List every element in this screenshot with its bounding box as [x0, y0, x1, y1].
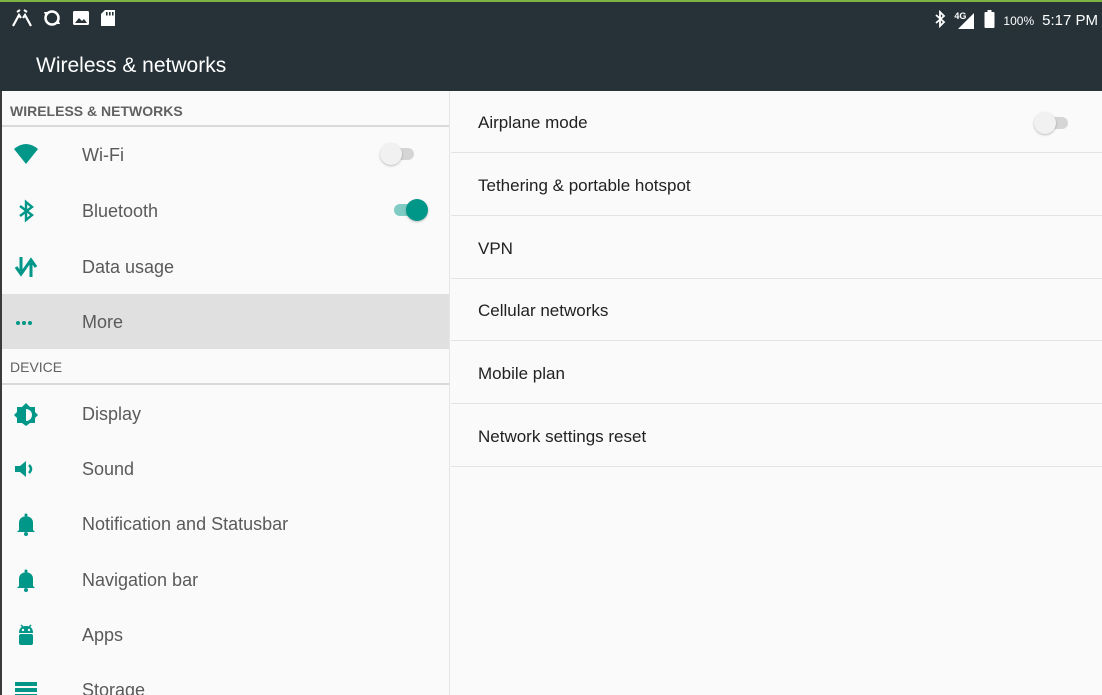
signal-strength-icon	[12, 9, 32, 27]
sidebar-item-wifi[interactable]: Wi-Fi	[2, 127, 449, 182]
volume-icon	[15, 461, 33, 477]
system-status: 4G 100% 5:17 PM	[934, 9, 1098, 31]
setting-vpn[interactable]: VPN	[451, 217, 1102, 279]
section-header-device: DEVICE	[2, 349, 449, 385]
setting-label: Network settings reset	[478, 427, 647, 446]
setting-label: Tethering & portable hotspot	[478, 176, 691, 195]
sidebar-item-label: Notification and Statusbar	[82, 514, 289, 534]
sidebar-item-data-usage[interactable]: Data usage	[2, 239, 449, 294]
brightness-icon	[14, 403, 38, 426]
image-icon	[72, 9, 90, 27]
notification-icons	[12, 9, 116, 27]
setting-airplane-mode[interactable]: Airplane mode	[451, 91, 1102, 153]
sidebar-item-label: Data usage	[82, 257, 175, 277]
sidebar-item-label: Navigation bar	[82, 570, 199, 590]
wifi-toggle[interactable]	[380, 142, 418, 166]
sidebar-item-label: Storage	[82, 680, 146, 695]
bell-icon	[17, 513, 35, 536]
sidebar-item-label: Wi-Fi	[82, 145, 124, 165]
sidebar-item-label: Display	[82, 404, 142, 424]
more-settings-list: Airplane mode Tethering & portable hotsp…	[451, 91, 1102, 695]
sidebar-item-apps[interactable]: Apps	[2, 607, 449, 662]
setting-label: Cellular networks	[478, 301, 609, 320]
sidebar-item-storage[interactable]: Storage	[2, 662, 449, 695]
battery-icon	[984, 10, 995, 31]
setting-network-reset[interactable]: Network settings reset	[451, 405, 1102, 467]
setting-label: Mobile plan	[478, 364, 565, 383]
page-title: Wireless & networks	[36, 54, 227, 77]
sidebar-item-label: Bluetooth	[82, 201, 159, 221]
android-icon	[19, 624, 33, 645]
sidebar-item-navigation-bar[interactable]: Navigation bar	[2, 552, 449, 607]
wifi-icon	[14, 144, 38, 164]
sidebar-item-label: More	[82, 312, 124, 332]
sidebar-item-bluetooth[interactable]: Bluetooth	[2, 183, 449, 238]
sidebar-item-sound[interactable]: Sound	[2, 441, 449, 496]
setting-label: VPN	[478, 239, 513, 258]
setting-tethering-hotspot[interactable]: Tethering & portable hotspot	[451, 154, 1102, 216]
storage-icon	[15, 682, 37, 695]
sync-icon	[42, 9, 62, 27]
sidebar-item-notification[interactable]: Notification and Statusbar	[2, 496, 449, 551]
bluetooth-toggle[interactable]	[390, 198, 428, 222]
lte-signal-icon: 4G	[954, 10, 976, 30]
network-type-label: 4G	[954, 10, 967, 21]
bell-icon	[17, 569, 35, 592]
status-bar: 4G 100% 5:17 PM	[0, 2, 1102, 38]
bluetooth-icon	[934, 9, 946, 31]
section-header-wireless: WIRELESS & NETWORKS	[2, 91, 449, 127]
bluetooth-icon	[19, 199, 34, 223]
sidebar-item-more[interactable]: More	[2, 294, 449, 349]
sidebar-item-label: Apps	[82, 625, 124, 645]
sidebar-item-display[interactable]: Display	[2, 386, 449, 441]
more-dots-icon	[16, 321, 32, 325]
airplane-mode-toggle[interactable]	[1034, 111, 1072, 135]
sd-card-icon	[100, 9, 116, 27]
data-usage-icon	[14, 257, 38, 277]
app-bar: Wireless & networks	[0, 38, 1102, 91]
clock: 5:17 PM	[1042, 12, 1098, 29]
settings-sidebar[interactable]: WIRELESS & NETWORKS Wi-Fi Bluetooth Data…	[0, 91, 450, 695]
setting-label: Airplane mode	[478, 113, 588, 132]
sidebar-item-label: Sound	[82, 459, 135, 479]
setting-cellular-networks[interactable]: Cellular networks	[451, 279, 1102, 341]
setting-mobile-plan[interactable]: Mobile plan	[451, 342, 1102, 404]
battery-percentage: 100%	[1003, 13, 1035, 28]
